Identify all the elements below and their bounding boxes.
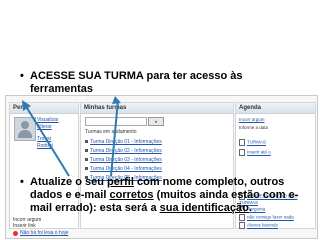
- course-link[interactable]: Turma Direção 01 - Informações: [90, 139, 162, 145]
- document-icon: [239, 139, 245, 146]
- agenda-row: TURMAS: [239, 139, 312, 146]
- bullet-2-identificacao: sua identificação: [159, 202, 249, 214]
- profile-link-visualizar[interactable]: Visualizar: [37, 117, 77, 124]
- document-icon: [239, 149, 245, 156]
- agenda-row: Inserir até o: [239, 149, 312, 156]
- agenda-link[interactable]: TURMAS: [247, 140, 266, 145]
- agenda-row: Alunos fazendo: [239, 222, 312, 229]
- course-row: Turma Direção 03 - Informações: [85, 157, 162, 164]
- course-row: Turma Direção 01 - Informações: [85, 139, 162, 146]
- course-link[interactable]: Turma Direção 02 - Informações: [90, 148, 162, 154]
- course-row: Turma Direção 04 - Informações: [85, 166, 162, 173]
- profile-link-alterar[interactable]: Alterar: [37, 124, 77, 131]
- course-search-input[interactable]: [85, 117, 147, 126]
- profile-warning-text[interactable]: Não há foi lesa o hoje: [20, 230, 68, 236]
- bullet-2-part1: Atualize o seu: [30, 176, 108, 188]
- user-body-icon: [18, 130, 32, 138]
- bullet-2-perfil: perfil: [107, 176, 134, 188]
- courses-section-label: Turmas em andamento: [85, 129, 137, 135]
- user-icon: [21, 121, 29, 129]
- course-link[interactable]: Turma Direção 03 - Informações: [90, 157, 162, 163]
- agenda-block-title: Agenda: [236, 103, 315, 114]
- agenda-link[interactable]: não consigo fazer nada: [247, 215, 294, 220]
- course-search-button[interactable]: Ir: [148, 117, 164, 126]
- course-row: Turma Direção 02 - Informações: [85, 148, 162, 155]
- profile-link-rodopi[interactable]: Rodopi: [37, 143, 77, 150]
- profile-footer: Incorr argum Inserir link: [13, 217, 41, 229]
- course-link[interactable]: Turma Direção 04 - Informações: [90, 166, 162, 172]
- profile-footer-line2: Inserir link: [13, 223, 36, 229]
- bullet-dot: •: [20, 176, 24, 188]
- list-bullet: [85, 140, 88, 144]
- list-bullet: [85, 158, 88, 162]
- profile-links: Visualizar Alterar Trocar Rodopi: [37, 117, 77, 150]
- agenda-link[interactable]: Alunos fazendo: [247, 223, 278, 228]
- slide-header: [0, 0, 320, 52]
- moodle-screenshot: Perfil Visualizar Alterar Trocar Rodopi …: [5, 95, 318, 239]
- bullet-1: • ACESSE SUA TURMA para ter acesso às fe…: [20, 70, 305, 96]
- bullet-2-text: Atualize o seu perfil com nome completo,…: [20, 176, 315, 215]
- courses-block-title: Minhas turmas: [81, 103, 233, 114]
- agenda-row: Informe a data: [239, 125, 269, 130]
- agenda-link[interactable]: Incorr argum: [239, 117, 265, 122]
- slide: • ACESSE SUA TURMA para ter acesso às fe…: [0, 0, 320, 240]
- bullet-1-text: ACESSE SUA TURMA para ter acesso às ferr…: [30, 70, 243, 95]
- bullet-dot: •: [20, 70, 24, 82]
- list-bullet: [85, 167, 88, 171]
- list-bullet: [85, 149, 88, 153]
- warning-icon: [13, 230, 18, 236]
- avatar[interactable]: [14, 117, 36, 141]
- bullet-2-part4: .: [248, 202, 252, 214]
- document-icon: [239, 222, 245, 229]
- agenda-row: Incorr argum: [239, 117, 312, 123]
- agenda-row: não consigo fazer nada: [239, 214, 312, 221]
- agenda-link[interactable]: Inserir até o: [247, 150, 271, 155]
- bullet-2-corretos: corretos: [109, 189, 154, 201]
- document-icon: [239, 214, 245, 221]
- profile-block-title: Perfil: [10, 103, 78, 114]
- profile-warning: Não há foi lesa o hoje: [13, 230, 68, 236]
- profile-link-trocar[interactable]: Trocar: [37, 136, 77, 143]
- bullet-2: • Atualize o seu perfil com nome complet…: [20, 176, 315, 215]
